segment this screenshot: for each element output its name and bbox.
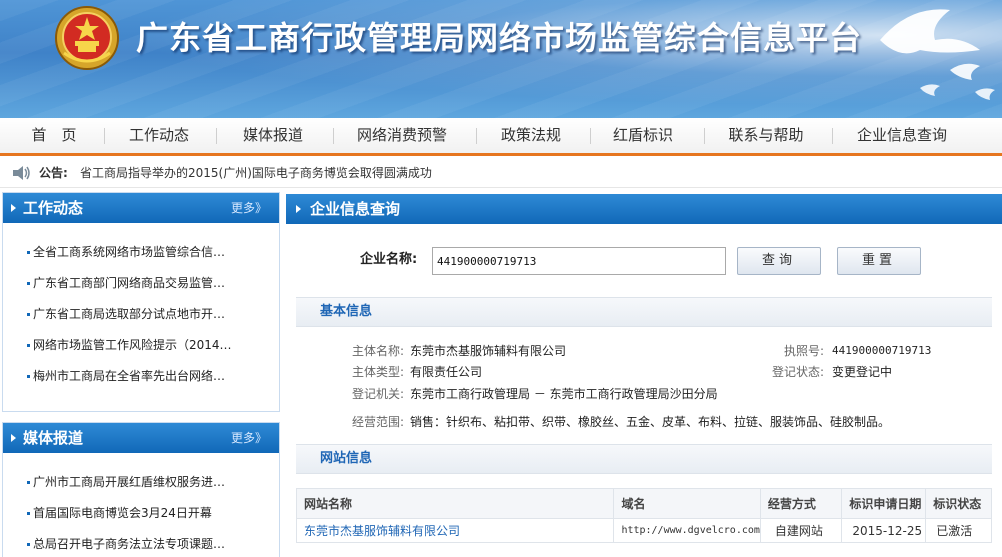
column-header: 经营方式 [759, 488, 843, 519]
registration-status-label: 登记状态: [772, 365, 825, 379]
company-name-input[interactable] [432, 247, 726, 275]
registration-authority-value: 东莞市工商行政管理局 － 东莞市工商行政管理局沙田分局 [410, 387, 718, 401]
arrow-icon [11, 204, 16, 212]
list-item[interactable]: 广东省工商局选取部分试点地市开… [3, 299, 279, 330]
site-banner: 广东省工商行政管理局网络市场监管综合信息平台 [0, 0, 1002, 118]
column-header: 标识状态 [925, 488, 992, 519]
nav-work-news[interactable]: 工作动态 [116, 118, 202, 153]
column-header: 网站名称 [295, 488, 615, 519]
nav-divider [104, 128, 105, 144]
nav-divider [832, 128, 833, 144]
notice-bar: 公告: 省工商局指导举办的2015(广州)国际电子商务博览会取得圆满成功 [0, 158, 1002, 188]
registration-authority-label: 登记机关: [352, 387, 405, 401]
media-title: 媒体报道 [23, 429, 84, 447]
bullet-icon [27, 313, 30, 316]
list-item-text: 广东省工商部门网络商品交易监管… [33, 276, 226, 290]
nav-consumer-alert[interactable]: 网络消费预警 [346, 118, 458, 153]
operation-mode-cell: 自建网站 [759, 518, 843, 543]
bullet-icon [27, 543, 30, 546]
column-header: 标识申请日期 [841, 488, 927, 519]
bullet-icon [27, 512, 30, 515]
basic-info-title: 基本信息 [320, 304, 373, 319]
list-item[interactable]: 广州市工商局开展红盾维权服务进… [3, 467, 279, 498]
media-more-link[interactable]: 更多》 [231, 423, 267, 453]
business-scope-label: 经营范围: [352, 415, 405, 429]
list-item[interactable]: 总局召开电子商务法立法专项课题… [3, 529, 279, 557]
basic-info-header: 基本信息 [296, 297, 992, 327]
arrow-icon [11, 434, 16, 442]
notice-label: 公告: [39, 166, 68, 180]
list-item[interactable]: 首届国际电商博览会3月24日开幕 [3, 498, 279, 529]
bullet-icon [27, 344, 30, 347]
nav-divider [476, 128, 477, 144]
entity-type-label: 主体类型: [352, 365, 405, 379]
work-news-list: 全省工商系统网络市场监管综合信… 广东省工商部门网络商品交易监管… 广东省工商局… [3, 223, 279, 392]
website-info-title: 网站信息 [320, 451, 373, 466]
column-header: 域名 [613, 488, 761, 519]
arrow-icon [296, 205, 301, 213]
site-title: 广东省工商行政管理局网络市场监管综合信息平台 [136, 19, 863, 57]
nav-divider [704, 128, 705, 144]
nav-home[interactable]: 首 页 [18, 118, 90, 153]
nav-divider [216, 128, 217, 144]
media-header: 媒体报道 更多》 [3, 423, 279, 453]
table-row: 东莞市杰基服饰辅料有限公司 http://www.dgvelcro.com 自建… [295, 518, 992, 543]
work-news-title: 工作动态 [23, 199, 84, 217]
apply-date-cell: 2015-12-25 [841, 518, 927, 543]
list-item-text: 梅州市工商局在全省率先出台网络… [33, 369, 226, 383]
website-table: 网站名称 域名 经营方式 标识申请日期 标识状态 东莞市杰基服饰辅料有限公司 h… [295, 488, 992, 543]
speaker-icon [13, 166, 30, 180]
list-item-text: 总局召开电子商务法立法专项课题… [33, 537, 226, 551]
license-number-label: 执照号: [784, 344, 825, 358]
list-item[interactable]: 网络市场监管工作风险提示（2014… [3, 330, 279, 361]
website-info-header: 网站信息 [296, 444, 992, 474]
entity-name-value: 东莞市杰基服饰辅料有限公司 [410, 344, 567, 358]
registration-status-value: 变更登记中 [832, 365, 893, 379]
notice-link[interactable]: 省工商局指导举办的2015(广州)国际电子商务博览会取得圆满成功 [80, 158, 432, 188]
company-query-title: 企业信息查询 [310, 200, 401, 218]
list-item-text: 广州市工商局开展红盾维权服务进… [33, 475, 226, 489]
nav-divider [333, 128, 334, 144]
media-box: 媒体报道 更多》 广州市工商局开展红盾维权服务进… 首届国际电商博览会3月24日… [2, 422, 280, 557]
nav-policy[interactable]: 政策法规 [488, 118, 574, 153]
business-scope-value: 销售：针织布、粘扣带、织带、橡胶丝、五金、皮革、布料、拉链、服装饰品、硅胶制品。 [410, 415, 891, 429]
work-news-more-link[interactable]: 更多》 [231, 193, 267, 223]
list-item-text: 广东省工商局选取部分试点地市开… [33, 307, 226, 321]
bullet-icon [27, 481, 30, 484]
bullet-icon [27, 375, 30, 378]
list-item[interactable]: 梅州市工商局在全省率先出台网络… [3, 361, 279, 392]
table-header-row: 网站名称 域名 经营方式 标识申请日期 标识状态 [295, 488, 992, 519]
reset-button[interactable]: 重置 [837, 247, 921, 275]
list-item[interactable]: 全省工商系统网络市场监管综合信… [3, 237, 279, 268]
bullet-icon [27, 282, 30, 285]
license-number-value: 441900000719713 [832, 344, 932, 357]
national-emblem-icon [55, 6, 119, 70]
nav-red-shield[interactable]: 红盾标识 [600, 118, 686, 153]
nav-company-query[interactable]: 企业信息查询 [846, 118, 958, 153]
nav-media[interactable]: 媒体报道 [230, 118, 316, 153]
entity-type-value: 有限责任公司 [410, 365, 483, 379]
list-item-text: 网络市场监管工作风险提示（2014… [33, 338, 232, 352]
work-news-header: 工作动态 更多》 [3, 193, 279, 223]
dove-icon [880, 9, 995, 100]
query-button[interactable]: 查询 [737, 247, 821, 275]
bullet-icon [27, 251, 30, 254]
work-news-box: 工作动态 更多》 全省工商系统网络市场监管综合信… 广东省工商部门网络商品交易监… [2, 192, 280, 412]
nav-divider [590, 128, 591, 144]
list-item-text: 首届国际电商博览会3月24日开幕 [33, 506, 212, 520]
entity-name-label: 主体名称: [352, 344, 405, 358]
list-item-text: 全省工商系统网络市场监管综合信… [33, 245, 226, 259]
list-item[interactable]: 广东省工商部门网络商品交易监管… [3, 268, 279, 299]
main-nav: 首 页 工作动态 媒体报道 网络消费预警 政策法规 红盾标识 联系与帮助 企业信… [0, 118, 1002, 156]
company-name-label: 企业名称: [360, 252, 418, 267]
nav-contact-help[interactable]: 联系与帮助 [716, 118, 816, 153]
domain-cell[interactable]: http://www.dgvelcro.com [613, 518, 761, 543]
badge-status-cell: 已激活 [925, 518, 992, 543]
company-query-header: 企业信息查询 [286, 194, 1002, 224]
website-name-cell[interactable]: 东莞市杰基服饰辅料有限公司 [295, 518, 615, 543]
media-list: 广州市工商局开展红盾维权服务进… 首届国际电商博览会3月24日开幕 总局召开电子… [3, 453, 279, 557]
